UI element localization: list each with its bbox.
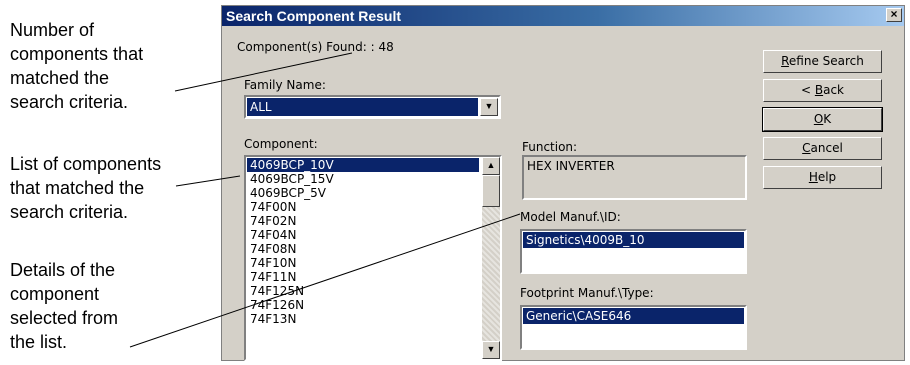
search-component-result-dialog: Search Component Result × Component(s) F…: [221, 5, 905, 361]
arrow-down-icon: ▼: [486, 344, 496, 354]
accelerator-key: R: [781, 54, 789, 68]
footprint-field[interactable]: Generic\CASE646: [520, 305, 747, 350]
refine-search-button[interactable]: Refine Search: [763, 50, 882, 73]
list-item[interactable]: 4069BCP_15V: [247, 172, 479, 186]
components-found-label: Component(s) Found: : 48: [237, 40, 394, 54]
accelerator-key: C: [802, 141, 811, 155]
button-label-rest: ancel: [810, 141, 843, 155]
list-item[interactable]: 74F13N: [247, 312, 479, 326]
button-label-rest: efine Search: [788, 54, 864, 68]
button-label-rest: K: [823, 112, 832, 126]
annotation-line: Details of the: [10, 260, 116, 280]
annotation-component-details: Details of the component selected from t…: [10, 258, 118, 354]
dialog-title: Search Component Result: [226, 8, 402, 24]
accelerator-key: O: [813, 112, 824, 126]
model-value[interactable]: Signetics\4009B_10: [523, 232, 744, 248]
list-item[interactable]: 4069BCP_10V: [247, 158, 479, 172]
chevron-down-icon: ▼: [484, 101, 494, 111]
scroll-down-button[interactable]: ▼: [482, 341, 500, 359]
accelerator-key: B: [814, 83, 824, 97]
arrow-up-icon: ▲: [486, 160, 496, 170]
back-button[interactable]: < Back: [763, 79, 882, 102]
annotation-component-count: Number of components that matched the se…: [10, 18, 143, 114]
accelerator-key: H: [808, 170, 818, 184]
footprint-value[interactable]: Generic\CASE646: [523, 308, 744, 324]
list-item[interactable]: 74F126N: [247, 298, 479, 312]
function-label: Function:: [522, 140, 578, 154]
scroll-up-button[interactable]: ▲: [482, 157, 500, 175]
scroll-thumb[interactable]: [482, 175, 500, 207]
cancel-button[interactable]: Cancel: [763, 137, 882, 160]
annotation-line: component: [10, 284, 100, 304]
list-item[interactable]: 74F04N: [247, 228, 479, 242]
list-item[interactable]: 74F11N: [247, 270, 479, 284]
list-item[interactable]: 74F02N: [247, 214, 479, 228]
close-button[interactable]: ×: [886, 8, 902, 22]
function-field: HEX INVERTER: [522, 155, 747, 200]
annotation-line: selected from: [10, 308, 119, 328]
family-name-value: ALL: [247, 98, 478, 116]
family-name-label: Family Name:: [244, 78, 326, 92]
help-button[interactable]: Help: [763, 166, 882, 189]
family-name-dropdown[interactable]: ALL ▼: [244, 95, 501, 119]
annotation-line: matched the: [10, 68, 110, 88]
list-item[interactable]: 74F125N: [247, 284, 479, 298]
button-label-prefix: <: [800, 83, 815, 97]
function-value: HEX INVERTER: [527, 159, 615, 173]
component-label: Component:: [244, 137, 318, 151]
button-label-rest: elp: [817, 170, 837, 184]
close-icon: ×: [890, 7, 898, 21]
annotation-line: search criteria.: [10, 92, 129, 112]
ok-button[interactable]: OK: [762, 107, 883, 132]
footprint-label: Footprint Manuf.\Type:: [520, 286, 654, 300]
model-label: Model Manuf.\ID:: [520, 210, 621, 224]
button-label-rest: ack: [823, 83, 844, 97]
annotation-line: components that: [10, 44, 144, 64]
model-field[interactable]: Signetics\4009B_10: [520, 229, 747, 274]
component-scrollbar[interactable]: ▲ ▼: [482, 157, 500, 359]
list-item[interactable]: 74F08N: [247, 242, 479, 256]
component-listbox[interactable]: 4069BCP_10V 4069BCP_15V 4069BCP_5V 74F00N 74…: [244, 155, 502, 361]
component-items: 4069BCP_10V 4069BCP_15V 4069BCP_5V 74F00N 74…: [247, 158, 479, 326]
list-item[interactable]: 74F00N: [247, 200, 479, 214]
annotation-line: that matched the: [10, 178, 145, 198]
title-bar[interactable]: Search Component Result ×: [222, 6, 904, 26]
annotation-line: List of components: [10, 154, 162, 174]
list-item[interactable]: 4069BCP_5V: [247, 186, 479, 200]
list-item[interactable]: 74F10N: [247, 256, 479, 270]
annotation-line: search criteria.: [10, 202, 129, 222]
dropdown-button[interactable]: ▼: [480, 98, 498, 116]
annotation-component-list: List of components that matched the sear…: [10, 152, 161, 224]
annotation-line: the list.: [10, 332, 68, 352]
annotation-line: Number of: [10, 20, 95, 40]
